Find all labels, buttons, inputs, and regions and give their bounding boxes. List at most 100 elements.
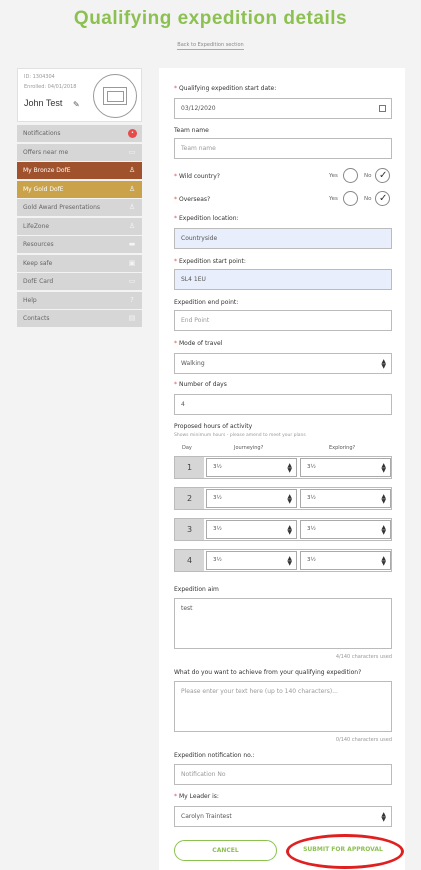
select-arrows-icon: ▲ ▼ — [287, 493, 292, 505]
wild-no-radio[interactable] — [375, 168, 390, 183]
sidebar-item-notifications[interactable]: Notifications • — [17, 125, 142, 142]
overseas-yes-radio[interactable] — [343, 191, 358, 206]
help-icon: ? — [130, 295, 134, 304]
select-arrows-icon: ▲ ▼ — [287, 524, 292, 536]
calendar-icon[interactable] — [379, 105, 386, 112]
select-arrows-icon: ▲ ▼ — [287, 462, 292, 474]
journeying-select[interactable]: 3½ ▲ ▼ — [206, 551, 297, 570]
leader-select[interactable]: Carolyn Traintest ▲ ▼ — [174, 806, 392, 827]
select-arrows-icon: ▲ ▼ — [381, 358, 386, 370]
col-day: Day — [182, 445, 192, 451]
sidebar-item-label: Gold Award Presentations — [23, 204, 101, 211]
submit-button[interactable]: SUBMIT FOR APPROVAL — [290, 840, 396, 861]
achieve-textarea[interactable]: Please enter your text here (up to 140 c… — [174, 681, 392, 732]
start-point-label: * Expedition start point: — [174, 258, 246, 265]
day-row: 2 3½ ▲ ▼ 3½ ▲ ▼ — [174, 487, 392, 510]
sidebar-item-keep-safe[interactable]: Keep safe ▣ — [17, 254, 142, 272]
sidebar-item-contacts[interactable]: Contacts ▤ — [17, 310, 142, 327]
col-journeying: Journeying? — [234, 445, 264, 451]
day-row: 1 3½ ▲ ▼ 3½ ▲ ▼ — [174, 456, 392, 479]
sidebar-item-label: DofE Card — [23, 278, 54, 285]
profile-id: ID: 1304304 — [24, 74, 55, 80]
day-number: 1 — [175, 457, 204, 478]
contacts-icon: ▤ — [128, 314, 136, 322]
exploring-select[interactable]: 3½ ▲ ▼ — [300, 489, 391, 508]
day-row: 3 3½ ▲ ▼ 3½ ▲ ▼ — [174, 518, 392, 541]
team-name-label: Team name — [174, 127, 209, 134]
profile-name: John Test — [24, 98, 63, 108]
days-input[interactable]: 4 — [174, 394, 392, 415]
aim-textarea[interactable]: test — [174, 598, 392, 649]
sidebar-item-label: Resources — [23, 241, 54, 248]
profile-enrolled: Enrolled: 04/01/2018 — [24, 84, 77, 90]
folder-icon: ▬ — [128, 240, 136, 248]
select-arrows-icon: ▲ ▼ — [381, 524, 386, 536]
sidebar-item-bronze[interactable]: My Bronze DofE ♙ — [17, 162, 142, 179]
sidebar: ID: 1304304 Enrolled: 04/01/2018 John Te… — [17, 68, 142, 329]
journeying-select[interactable]: 3½ ▲ ▼ — [206, 458, 297, 477]
sidebar-item-label: My Bronze DofE — [23, 167, 71, 174]
achieve-label: What do you want to achieve from your qu… — [174, 669, 362, 676]
image-placeholder-icon — [103, 87, 127, 105]
award-icon: ♙ — [128, 166, 136, 174]
sidebar-item-label: Offers near me — [23, 148, 69, 156]
days-label: * Number of days — [174, 381, 227, 388]
select-arrows-icon: ▲ ▼ — [381, 555, 386, 567]
exploring-select[interactable]: 3½ ▲ ▼ — [300, 551, 391, 570]
exploring-select[interactable]: 3½ ▲ ▼ — [300, 458, 391, 477]
profile-card: ID: 1304304 Enrolled: 04/01/2018 John Te… — [17, 68, 142, 122]
sidebar-item-gold[interactable]: My Gold DofE ♙ — [17, 180, 142, 198]
notification-input[interactable]: Notification No — [174, 764, 392, 785]
day-number: 2 — [175, 488, 204, 509]
avatar[interactable] — [93, 74, 137, 118]
expedition-form: * Qualifying expedition start date: 03/12… — [159, 68, 405, 870]
wild-country-label: * Wild country? — [174, 173, 220, 180]
end-point-label: Expedition end point: — [174, 299, 239, 306]
sidebar-item-label: Notifications — [23, 130, 61, 137]
sidebar-item-label: Contacts — [23, 315, 50, 322]
sidebar-item-gold-presentations[interactable]: Gold Award Presentations ♙ — [17, 199, 142, 216]
page-title: Qualifying expedition details — [73, 8, 348, 29]
exploring-select[interactable]: 3½ ▲ ▼ — [300, 520, 391, 539]
overseas-no-label: No — [364, 196, 372, 202]
journeying-select[interactable]: 3½ ▲ ▼ — [206, 489, 297, 508]
mode-select[interactable]: Walking ▲ ▼ — [174, 353, 392, 374]
lifezone-icon: ♙ — [128, 221, 136, 230]
cancel-button[interactable]: CANCEL — [174, 840, 277, 861]
notification-badge: • — [128, 129, 137, 138]
back-link[interactable]: Back to Expedition section — [0, 42, 421, 50]
select-arrows-icon: ▲ ▼ — [381, 462, 386, 474]
sidebar-item-help[interactable]: Help ? — [17, 291, 142, 309]
offers-icon: ▭ — [128, 147, 136, 156]
team-name-input[interactable]: Team name — [174, 138, 392, 159]
location-label: * Expedition location: — [174, 215, 239, 222]
award-icon: ♙ — [128, 203, 136, 211]
day-row: 4 3½ ▲ ▼ 3½ ▲ ▼ — [174, 549, 392, 572]
sidebar-item-resources[interactable]: Resources ▬ — [17, 236, 142, 253]
wild-yes-label: Yes — [329, 173, 338, 179]
sidebar-item-offers[interactable]: Offers near me ▭ — [17, 143, 142, 161]
location-input[interactable]: Countryside — [174, 228, 392, 249]
sidebar-item-dofe-card[interactable]: DofE Card ▭ — [17, 273, 142, 290]
back-link-text[interactable]: Back to Expedition section — [177, 42, 244, 50]
sidebar-item-lifezone[interactable]: LifeZone ♙ — [17, 217, 142, 235]
notification-label: Expedition notification no.: — [174, 752, 255, 759]
mode-label: * Mode of travel — [174, 340, 223, 347]
journeying-select[interactable]: 3½ ▲ ▼ — [206, 520, 297, 539]
award-icon: ♙ — [128, 184, 136, 193]
lock-icon: ▣ — [128, 258, 136, 267]
aim-count: 4/140 characters used — [335, 654, 392, 660]
select-arrows-icon: ▲ ▼ — [381, 493, 386, 505]
sidebar-item-label: Help — [23, 296, 37, 304]
select-arrows-icon: ▲ ▼ — [287, 555, 292, 567]
start-date-input[interactable]: 03/12/2020 — [174, 98, 392, 119]
start-date-label: * Qualifying expedition start date: — [174, 85, 277, 92]
end-point-input[interactable]: End Point — [174, 310, 392, 331]
overseas-label: * Overseas? — [174, 196, 211, 203]
overseas-no-radio[interactable] — [375, 191, 390, 206]
aim-label: Expedition aim — [174, 586, 219, 593]
start-point-input[interactable]: SL4 1EU — [174, 269, 392, 290]
day-number: 3 — [175, 519, 204, 540]
wild-yes-radio[interactable] — [343, 168, 358, 183]
edit-icon[interactable]: ✎ — [73, 100, 80, 109]
